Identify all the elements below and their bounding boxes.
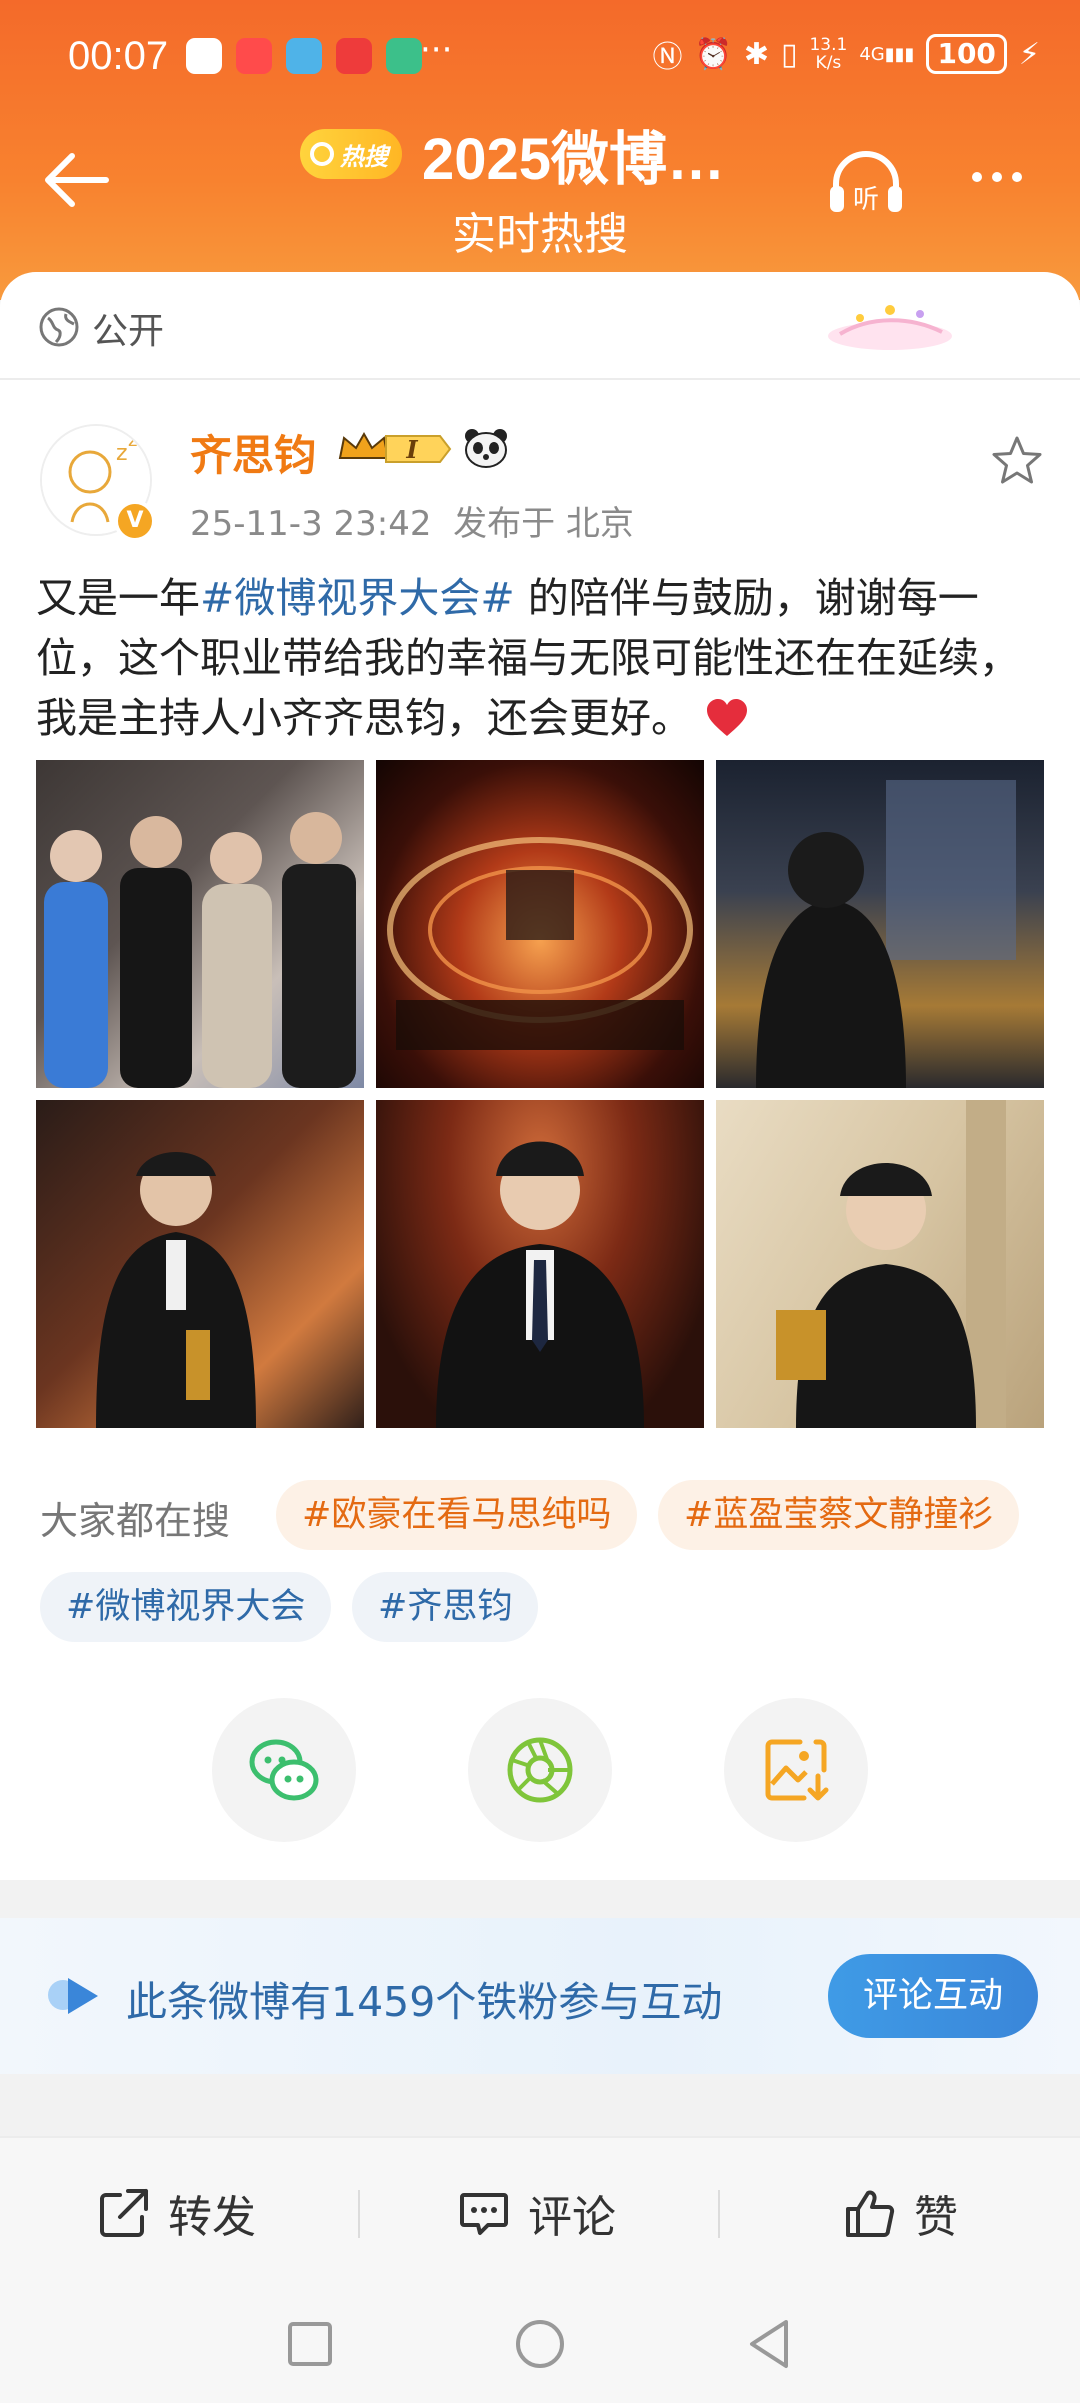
hot-search-label: 大家都在搜: [40, 1499, 231, 1543]
post-photo[interactable]: [376, 1100, 704, 1428]
verified-badge: V: [114, 500, 156, 542]
hot-search-badge: 热搜: [300, 129, 402, 179]
comment-icon: [460, 2193, 508, 2235]
battery-indicator: 100: [926, 34, 1007, 74]
post-timestamp: 25-11-3 23:42: [190, 504, 432, 544]
moments-icon: [507, 1737, 573, 1803]
svg-text:I: I: [405, 435, 418, 464]
bluetooth-icon: ✱: [743, 36, 769, 72]
share-wechat-button[interactable]: [212, 1698, 356, 1842]
heart-emoji-icon: [707, 699, 748, 736]
post-hashtag-link[interactable]: #微博视界大会#: [200, 574, 515, 622]
post-action-bar: 转发 评论 赞: [0, 2136, 1080, 2286]
network-speed: 13.1 K/s: [809, 35, 848, 73]
like-label: 赞: [914, 2192, 958, 2243]
post-photo[interactable]: [36, 1100, 364, 1428]
globe-icon: [39, 307, 79, 347]
vibrate-icon: ▯: [780, 36, 798, 72]
status-app-icons: [186, 38, 422, 74]
author-name[interactable]: 齐思钧: [190, 422, 316, 483]
hot-search-chip[interactable]: #蓝盈莹蔡文静撞衫: [658, 1480, 1020, 1550]
post-photo[interactable]: [376, 760, 704, 1088]
hashtag-chip[interactable]: #齐思钧: [352, 1572, 539, 1642]
svg-text:听: 听: [853, 185, 879, 215]
post-text-prefix: 又是一年: [36, 574, 200, 622]
charging-icon: ⚡: [1018, 36, 1040, 72]
wechat-icon: [249, 1739, 319, 1801]
status-indicators: Ⓝ ⏰ ✱ ▯ 13.1 K/s 4G▮▮▮ 100 ⚡: [652, 32, 1040, 76]
comment-label: 评论: [528, 2192, 616, 2243]
post-meta: 25-11-3 23:42 发布于 北京: [190, 496, 634, 545]
title-row: 热搜 2025微博…: [300, 112, 725, 196]
post-location: 发布于 北京: [453, 504, 634, 544]
repost-label: 转发: [168, 2192, 256, 2243]
app-notification-icon: [386, 38, 422, 74]
header-bar: 00:07 ··· Ⓝ ⏰ ✱ ▯ 13.1 K/s 4G▮▮▮ 100 ⚡ 热搜…: [0, 0, 1080, 300]
alarm-icon: ⏰: [694, 36, 732, 72]
thumbs-up-icon: [846, 2190, 895, 2237]
system-nav-bar: [0, 2286, 1080, 2403]
action-divider: [718, 2190, 720, 2238]
post-card: 公开 z z V 齐思钧 I 25-11-3 23:42 发布于 北京 又是一年…: [0, 272, 1080, 1880]
interaction-bubble-icon: [48, 1978, 98, 2014]
post-photo[interactable]: [716, 760, 1044, 1088]
nav-back-icon[interactable]: [742, 2316, 798, 2372]
interaction-text: 此条微博有1459个铁粉参与互动: [126, 1978, 723, 2026]
panda-icon: [465, 429, 507, 468]
post-photo[interactable]: [36, 760, 364, 1088]
repost-icon: [100, 2189, 148, 2237]
more-notifications-icon: ···: [420, 30, 453, 70]
home-icon[interactable]: [512, 2316, 568, 2372]
share-moments-button[interactable]: [468, 1698, 612, 1842]
post-photo[interactable]: [716, 1100, 1044, 1428]
visibility-row: 公开: [0, 272, 1080, 380]
status-time: 00:07: [68, 34, 169, 78]
comment-interact-button[interactable]: 评论互动: [828, 1954, 1038, 2038]
app-notification-icon: [336, 38, 372, 74]
svg-text:z: z: [128, 430, 137, 451]
like-button[interactable]: 赞: [844, 2138, 958, 2288]
save-image-icon: [765, 1739, 829, 1801]
save-image-button[interactable]: [724, 1698, 868, 1842]
app-notification-icon: [236, 38, 272, 74]
page-title: 2025微博…: [422, 127, 726, 192]
photo-grid: [36, 760, 1044, 1428]
signal-icon: 4G▮▮▮: [859, 43, 915, 65]
app-notification-icon: [186, 38, 222, 74]
hot-search-chip[interactable]: #欧豪在看马思纯吗: [276, 1480, 638, 1550]
status-bar: 00:07 ··· Ⓝ ⏰ ✱ ▯ 13.1 K/s 4G▮▮▮ 100 ⚡: [0, 22, 1080, 92]
member-crown-badge[interactable]: I: [336, 428, 454, 470]
svg-text:z: z: [116, 441, 128, 466]
favorite-star-icon[interactable]: [990, 434, 1044, 488]
action-divider: [358, 2190, 360, 2238]
hashtag-chip[interactable]: #微博视界大会: [40, 1572, 332, 1642]
comment-button[interactable]: 评论: [458, 2138, 616, 2288]
post-body: 又是一年#微博视界大会# 的陪伴与鼓励，谢谢每一位，这个职业带给我的幸福与无限可…: [36, 568, 1046, 748]
repost-button[interactable]: 转发: [98, 2138, 256, 2288]
recent-apps-icon[interactable]: [282, 2316, 338, 2372]
nfc-icon: Ⓝ: [652, 40, 683, 75]
app-notification-icon: [286, 38, 322, 74]
search-icon: [310, 142, 334, 166]
fan-interaction-banner[interactable]: 此条微博有1459个铁粉参与互动 评论互动: [0, 1918, 1080, 2074]
headphones-icon[interactable]: 听: [826, 148, 906, 218]
more-options-button[interactable]: [972, 172, 1022, 182]
visibility-label: 公开: [92, 311, 165, 352]
page-subtitle: 实时热搜: [452, 209, 628, 260]
decoration-sparkle-icon: [828, 305, 952, 350]
